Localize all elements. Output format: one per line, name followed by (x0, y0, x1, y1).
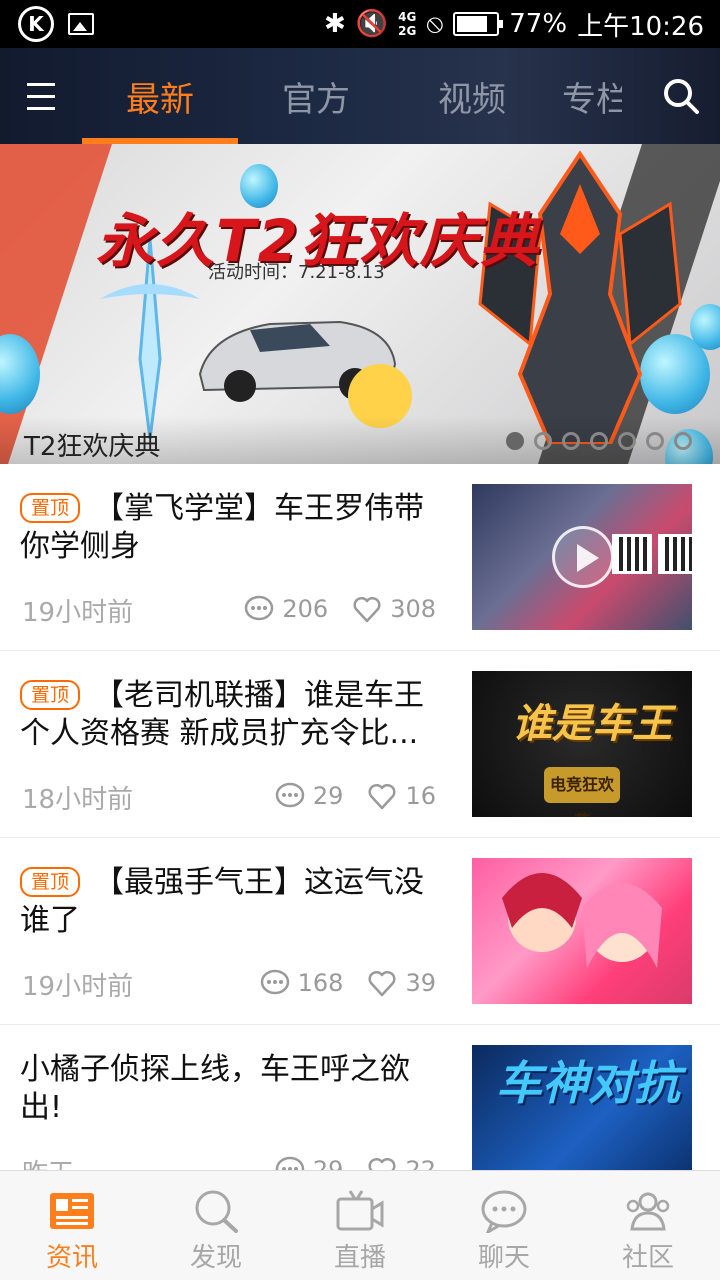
status-bar: K ✱ 🔇 4G 2G ⦸ 77% 上午10:26 (0, 0, 720, 48)
tab-label: 直播 (333, 1243, 386, 1273)
live-icon (336, 1190, 384, 1231)
news-time: 19小时前 (22, 972, 134, 1002)
comment-count: 206 (282, 595, 329, 623)
news-list: 置顶 【掌飞学堂】车王罗伟带你学侧身 19小时前 206 308 置顶 【老司机联播… (0, 464, 720, 1170)
like-icon[interactable] (367, 781, 397, 811)
tab-official[interactable]: 官方 (238, 48, 394, 144)
search-button[interactable] (642, 48, 720, 144)
comment-icon (260, 969, 289, 995)
tab-news[interactable]: 资讯 (0, 1171, 144, 1281)
news-thumbnail[interactable]: 车神对抗 (472, 1045, 692, 1170)
anime-characters-image (502, 873, 662, 968)
comment-count: 168 (297, 969, 344, 997)
pinned-badge: 置顶 (20, 680, 81, 710)
like-icon[interactable] (352, 594, 382, 624)
tab-community[interactable]: 社区 (576, 1171, 720, 1281)
menu-icon[interactable] (0, 48, 82, 144)
news-stats: 29 22 (275, 1155, 436, 1170)
tab-latest[interactable]: 最新 (82, 48, 238, 144)
news-title: 置顶 【最强手气王】这运气没谁了 (20, 865, 425, 938)
like-count: 39 (405, 969, 436, 997)
qr-code-image (658, 534, 692, 574)
battery-icon (453, 12, 504, 36)
tab-live[interactable]: 直播 (288, 1171, 432, 1281)
bluetooth-icon: ✱ (323, 9, 346, 39)
pager-dot[interactable] (590, 432, 608, 450)
pinned-badge: 置顶 (20, 867, 81, 897)
network-indicator: 4G 2G (398, 10, 417, 38)
pager-dot[interactable] (646, 432, 664, 450)
pager-dot[interactable] (534, 432, 552, 450)
news-item[interactable]: 置顶 【老司机联播】谁是车王个人资格赛 新成员扩充令比... 18小时前 29 1… (0, 651, 720, 838)
like-count: 308 (390, 595, 436, 623)
news-stats: 206 308 (244, 594, 436, 624)
banner-pager (506, 432, 692, 450)
news-title: 置顶 【掌飞学堂】车王罗伟带你学侧身 (20, 491, 425, 564)
community-icon (626, 1192, 670, 1231)
tab-label: 资讯 (45, 1243, 98, 1273)
like-icon[interactable] (367, 968, 397, 998)
tab-label: 聊天 (477, 1243, 530, 1273)
battery-percent: 77% (509, 9, 568, 39)
news-title: 置顶 【老司机联播】谁是车王个人资格赛 新成员扩充令比... (20, 678, 425, 751)
promo-banner[interactable]: 永久T2狂欢庆典 活动时间：7.21-8.13 (0, 144, 720, 464)
pager-dot[interactable] (562, 432, 580, 450)
news-item[interactable]: 小橘子侦探上线，车王呼之欲出! 昨天 29 22 车神对抗 (0, 1025, 720, 1170)
news-time: 18小时前 (22, 785, 134, 815)
like-count: 22 (405, 1156, 436, 1170)
discover-icon (195, 1190, 238, 1233)
news-time: 19小时前 (22, 598, 134, 628)
pager-dot[interactable] (618, 432, 636, 450)
news-stats: 168 39 (260, 968, 436, 998)
like-count: 16 (405, 782, 436, 810)
k-app-icon: K (18, 6, 54, 42)
chat-icon (481, 1190, 527, 1233)
news-title: 小橘子侦探上线，车王呼之欲出! (20, 1052, 410, 1125)
comment-count: 29 (312, 1156, 344, 1170)
pinned-badge: 置顶 (20, 493, 81, 523)
like-icon[interactable] (367, 1155, 397, 1170)
qr-code-image (612, 534, 652, 574)
category-tabs: 最新 官方 视频 专栏 (82, 48, 622, 144)
banner-caption: T2狂欢庆典 (24, 432, 161, 462)
tab-chat[interactable]: 聊天 (432, 1171, 576, 1281)
clock: 上午10:26 (577, 11, 704, 42)
comment-icon (245, 595, 274, 621)
tab-label: 发现 (189, 1243, 242, 1273)
thumbnail-badge: 电竞狂欢节 (544, 767, 620, 817)
pager-dot[interactable] (674, 432, 692, 450)
news-time: 昨天 (22, 1153, 74, 1170)
search-icon (664, 79, 699, 114)
bottom-tab-bar: 资讯 发现 直播 聊天 社区 (0, 1170, 720, 1280)
tab-label: 社区 (621, 1243, 674, 1273)
image-notification-icon (68, 13, 94, 35)
news-thumbnail[interactable]: 谁是车王 电竞狂欢节 (472, 671, 692, 817)
banner-subtitle: 活动时间：7.21-8.13 (208, 262, 385, 283)
no-sim-icon: ⦸ (426, 8, 444, 39)
news-item[interactable]: 置顶 【掌飞学堂】车王罗伟带你学侧身 19小时前 206 308 (0, 464, 720, 651)
news-item[interactable]: 置顶 【最强手气王】这运气没谁了 19小时前 168 39 (0, 838, 720, 1025)
play-icon[interactable] (552, 526, 614, 588)
top-nav: 最新 官方 视频 专栏 (0, 48, 720, 144)
news-thumbnail[interactable] (472, 484, 692, 630)
news-icon (50, 1193, 94, 1229)
news-stats: 29 16 (275, 781, 436, 811)
news-thumbnail[interactable] (472, 858, 692, 1004)
tab-video[interactable]: 视频 (394, 48, 550, 144)
robot-mech-image (478, 150, 682, 444)
mute-icon: 🔇 (355, 9, 389, 39)
thumbnail-title: 谁是车王 (512, 701, 672, 747)
pager-dot[interactable] (506, 432, 524, 450)
comment-count: 29 (312, 782, 344, 810)
tab-column[interactable]: 专栏 (550, 48, 622, 144)
tab-discover[interactable]: 发现 (144, 1171, 288, 1281)
comment-icon (275, 1156, 305, 1170)
comment-icon (275, 782, 305, 808)
thumbnail-title: 车神对抗 (496, 1056, 680, 1110)
